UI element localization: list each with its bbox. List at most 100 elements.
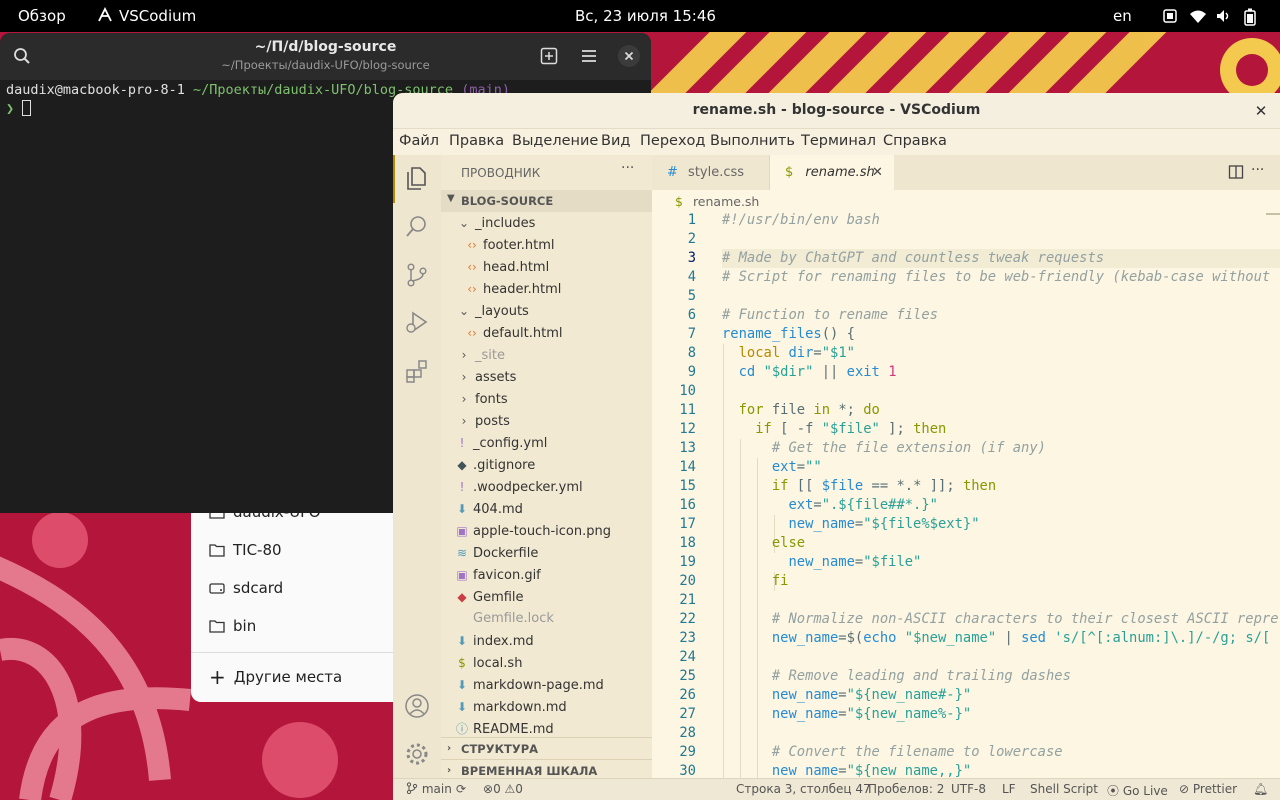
menu-edit[interactable]: Правка [449,133,504,149]
vscodium-app-icon[interactable] [97,6,113,27]
go-live-item[interactable]: ⦿ Go Live [1107,782,1168,799]
extensions-icon[interactable] [404,358,430,384]
code-line[interactable]: if [[ $file == *.* ]]; then [722,477,996,496]
code-line[interactable]: # Get the file extension (if any) [722,439,1046,458]
menu-view[interactable]: Вид [601,133,630,149]
sync-icon[interactable]: ⟳ [456,782,466,796]
language-mode[interactable]: Shell Script [1030,782,1098,796]
tab-style-css[interactable]: # style.css [652,155,770,190]
activities-button[interactable]: Обзор [18,7,66,25]
menu-go[interactable]: Переход [640,133,705,149]
code-line[interactable]: # Function to rename files [722,306,938,325]
screen-share-icon[interactable] [1162,8,1178,28]
vscodium-window[interactable]: rename.sh - blog-source - VSCodium ✕ Фай… [393,93,1280,800]
encoding[interactable]: UTF-8 [951,782,986,796]
volume-icon[interactable] [1216,8,1232,28]
account-icon[interactable] [404,693,430,719]
tree-item[interactable]: ⬇ markdown.md [455,696,567,718]
more-actions-icon[interactable]: ··· [621,160,634,176]
tree-item[interactable]: ≋ Dockerfile [455,542,538,564]
place-item[interactable]: sdcard [209,573,283,603]
code-line[interactable]: # Normalize non-ASCII characters to thei… [722,610,1279,629]
code-line[interactable]: # Script for renaming files to be web-fr… [722,268,1270,287]
workspace-root[interactable]: ▼ BLOG-SOURCE [441,190,652,212]
hamburger-menu-icon[interactable] [580,48,598,68]
minimap-slider[interactable] [1266,213,1280,217]
timeline-section[interactable]: › ВРЕМЕННАЯ ШКАЛА [441,759,652,778]
code-line[interactable]: new_name=$(echo "$new_name" | sed 's/[^[… [722,629,1270,648]
more-actions-icon[interactable]: ··· [1251,162,1264,178]
code-line[interactable]: else [722,534,805,553]
run-debug-icon[interactable] [404,309,430,335]
tree-item[interactable]: ! .woodpecker.yml [455,476,583,498]
settings-gear-icon[interactable] [404,741,430,767]
code-line[interactable]: #!/usr/bin/env bash [722,211,880,230]
close-icon[interactable]: ✕ [1251,101,1271,121]
source-control-icon[interactable] [404,262,430,288]
search-icon[interactable] [404,213,430,239]
menu-file[interactable]: Файл [399,133,439,149]
tree-item[interactable]: › _site [457,344,505,366]
clock[interactable]: Вс, 23 июля 15:46 [575,7,716,25]
tree-item[interactable]: ‹› footer.html [465,234,554,256]
menu-help[interactable]: Справка [883,133,947,149]
breadcrumb[interactable]: $ rename.sh [675,194,759,209]
terminal-header[interactable]: ~/П/d/blog-source ~/Проекты/daudix-UFO/b… [0,33,651,80]
tree-item[interactable]: ‹› header.html [465,278,561,300]
code-line[interactable]: for file in *; do [722,401,880,420]
tree-item[interactable]: ⌄ _includes [457,212,535,234]
code-line[interactable]: new_name="${new_name#-}" [722,686,971,705]
other-places-item[interactable]: + Другие места [209,662,342,692]
code-line[interactable]: new_name="${new_name%-}" [722,705,971,724]
menu-terminal[interactable]: Терминал [801,133,876,149]
code-line[interactable]: new_name="${file%$ext}" [722,515,979,534]
tree-item[interactable]: ◆ .gitignore [455,454,535,476]
tree-item[interactable]: $ local.sh [455,652,522,674]
tree-item[interactable]: ◆ Gemfile [455,586,523,608]
menu-run[interactable]: Выполнить [710,133,795,149]
menu-selection[interactable]: Выделение [512,133,598,149]
tree-item[interactable]: ‹› head.html [465,256,549,278]
tree-item[interactable]: ⬇ 404.md [455,498,523,520]
code-line[interactable]: fi [722,572,789,591]
split-editor-icon[interactable] [1228,164,1244,184]
indentation[interactable]: Пробелов: 2 [868,782,944,796]
outline-section[interactable]: › СТРУКТУРА [441,737,652,759]
code-line[interactable]: local dir="$1" [722,344,855,363]
code-line[interactable]: if [ -f "$file" ]; then [722,420,946,439]
tree-item[interactable]: ⬇ index.md [455,630,534,652]
notifications-bell-icon[interactable]: 🔔︎ [1253,782,1268,796]
tree-item[interactable]: ‹› default.html [465,322,562,344]
app-menu-label[interactable]: VSCodium [119,7,196,25]
tree-item[interactable]: › posts [457,410,510,432]
tree-item[interactable]: ▣ apple-touch-icon.png [455,520,611,542]
line-endings[interactable]: LF [1002,782,1016,796]
tab-rename-sh[interactable]: $ rename.sh ✕ [770,155,894,190]
battery-icon[interactable] [1244,8,1256,30]
place-item[interactable]: TIC-80 [209,535,282,565]
wifi-icon[interactable] [1189,8,1207,28]
tree-item[interactable]: Gemfile.lock [455,608,554,630]
tree-item[interactable]: ⌄ _layouts [457,300,529,322]
code-line[interactable]: new_name="${new_name,,}" [722,762,971,778]
cursor-position[interactable]: Строка 3, столбец 47 [736,782,871,796]
code-line[interactable]: ext="" [722,458,822,477]
code-line[interactable]: rename_files() { [722,325,855,344]
place-item[interactable]: bin [209,611,256,641]
code-line[interactable]: # Remove leading and trailing dashes [722,667,1071,686]
tree-item[interactable]: ! _config.yml [455,432,548,454]
window-titlebar[interactable]: rename.sh - blog-source - VSCodium ✕ [393,93,1280,129]
new-tab-icon[interactable] [540,47,558,69]
code-editor[interactable]: 1 #!/usr/bin/env bash 2 3 # Made by ChatGPT … [652,211,1280,778]
close-tab-icon[interactable]: ✕ [872,155,883,190]
keyboard-layout-indicator[interactable]: en [1113,7,1132,25]
close-icon[interactable] [618,45,640,67]
tree-item[interactable]: › fonts [457,388,508,410]
prettier-item[interactable]: ⊘ Prettier [1179,782,1237,796]
code-line[interactable]: # Made by ChatGPT and countless tweak re… [722,249,1104,268]
problems-item[interactable]: ⊗0 ⚠0 [483,782,523,796]
code-line[interactable]: # Convert the filename to lowercase [722,743,1063,762]
explorer-icon[interactable] [404,165,430,191]
code-line[interactable]: cd "$dir" || exit 1 [722,363,897,382]
tree-item[interactable]: › assets [457,366,517,388]
